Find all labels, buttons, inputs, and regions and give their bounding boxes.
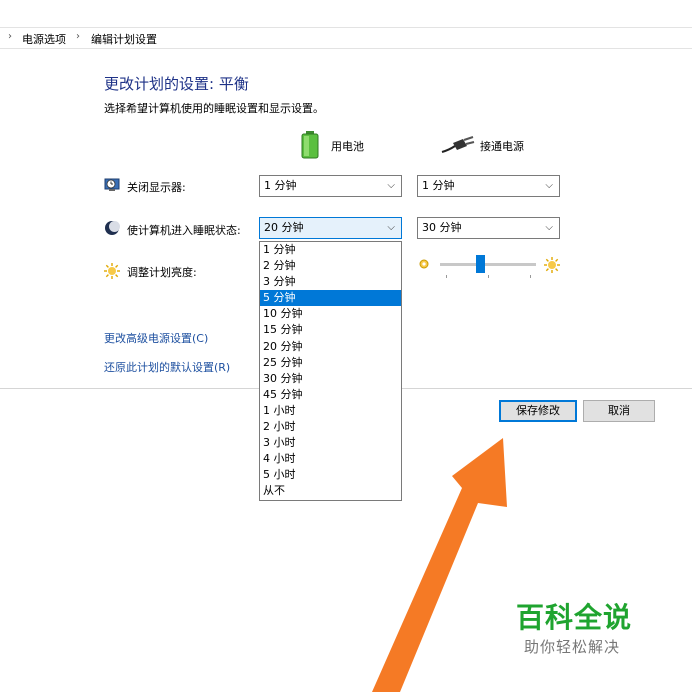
- watermark-subtitle: 助你轻松解决: [524, 638, 621, 656]
- watermark-title: 百科全说: [516, 601, 633, 634]
- annotation-arrow: [372, 438, 507, 692]
